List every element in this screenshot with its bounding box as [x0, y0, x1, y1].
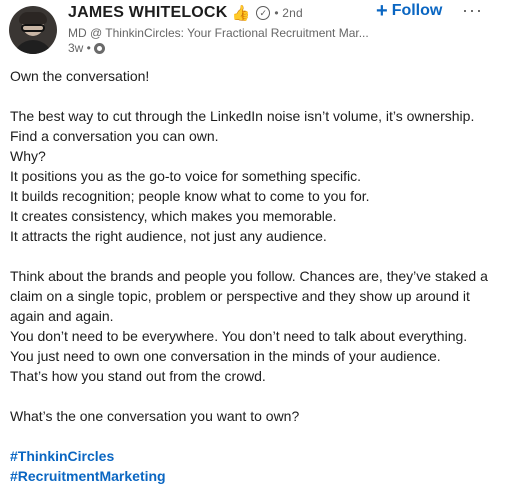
post-line: It builds recognition; people know what …: [10, 188, 370, 204]
post-line: Why?: [10, 148, 46, 164]
post-line: It attracts the right audience, not just…: [10, 228, 327, 244]
post-line: Own the conversation!: [10, 68, 150, 84]
post-time: 3w •: [68, 41, 91, 55]
avatar-shirt: [13, 40, 53, 54]
hashtag-link[interactable]: #ThinkinCircles: [10, 446, 500, 466]
author-name-row[interactable]: JAMES WHITELOCK 👍 ✓ • 2nd: [68, 4, 303, 22]
author-avatar[interactable]: [9, 6, 57, 54]
follow-label: Follow: [391, 2, 443, 19]
avatar-hair: [19, 12, 47, 24]
post-line: again and again.: [10, 308, 114, 324]
post-line: Find a conversation you can own.: [10, 128, 219, 144]
post-line: What’s the one conversation you want to …: [10, 408, 300, 424]
post-line: You just need to own one conversation in…: [10, 348, 441, 364]
post-line: claim on a single topic, problem or pers…: [10, 288, 470, 304]
post-line: Think about the brands and people you fo…: [10, 268, 488, 284]
plus-icon: +: [376, 0, 388, 22]
thumbs-up-hand-icon: 👍: [231, 5, 251, 22]
author-headline: MD @ ThinkinCircles: Your Fractional Rec…: [68, 26, 369, 40]
globe-icon: [93, 42, 105, 54]
more-icon[interactable]: ···: [462, 0, 483, 21]
hashtag-link[interactable]: #RecruitmentMarketing: [10, 466, 500, 486]
verified-icon: ✓: [256, 6, 271, 20]
post-line: The best way to cut through the LinkedIn…: [10, 108, 475, 124]
follow-button[interactable]: + Follow: [376, 0, 443, 22]
post-line: That’s how you stand out from the crowd.: [10, 368, 266, 384]
post-line: You don’t need to be everywhere. You don…: [10, 328, 468, 344]
post-meta: 3w •: [68, 41, 105, 55]
post-line: It creates consistency, which makes you …: [10, 208, 337, 224]
avatar-glasses: [21, 24, 45, 32]
author-name[interactable]: JAMES WHITELOCK: [68, 4, 227, 22]
connection-degree: • 2nd: [274, 6, 303, 20]
post-line: It positions you as the go-to voice for …: [10, 168, 361, 184]
post-body: Own the conversation! The best way to cu…: [10, 66, 500, 486]
